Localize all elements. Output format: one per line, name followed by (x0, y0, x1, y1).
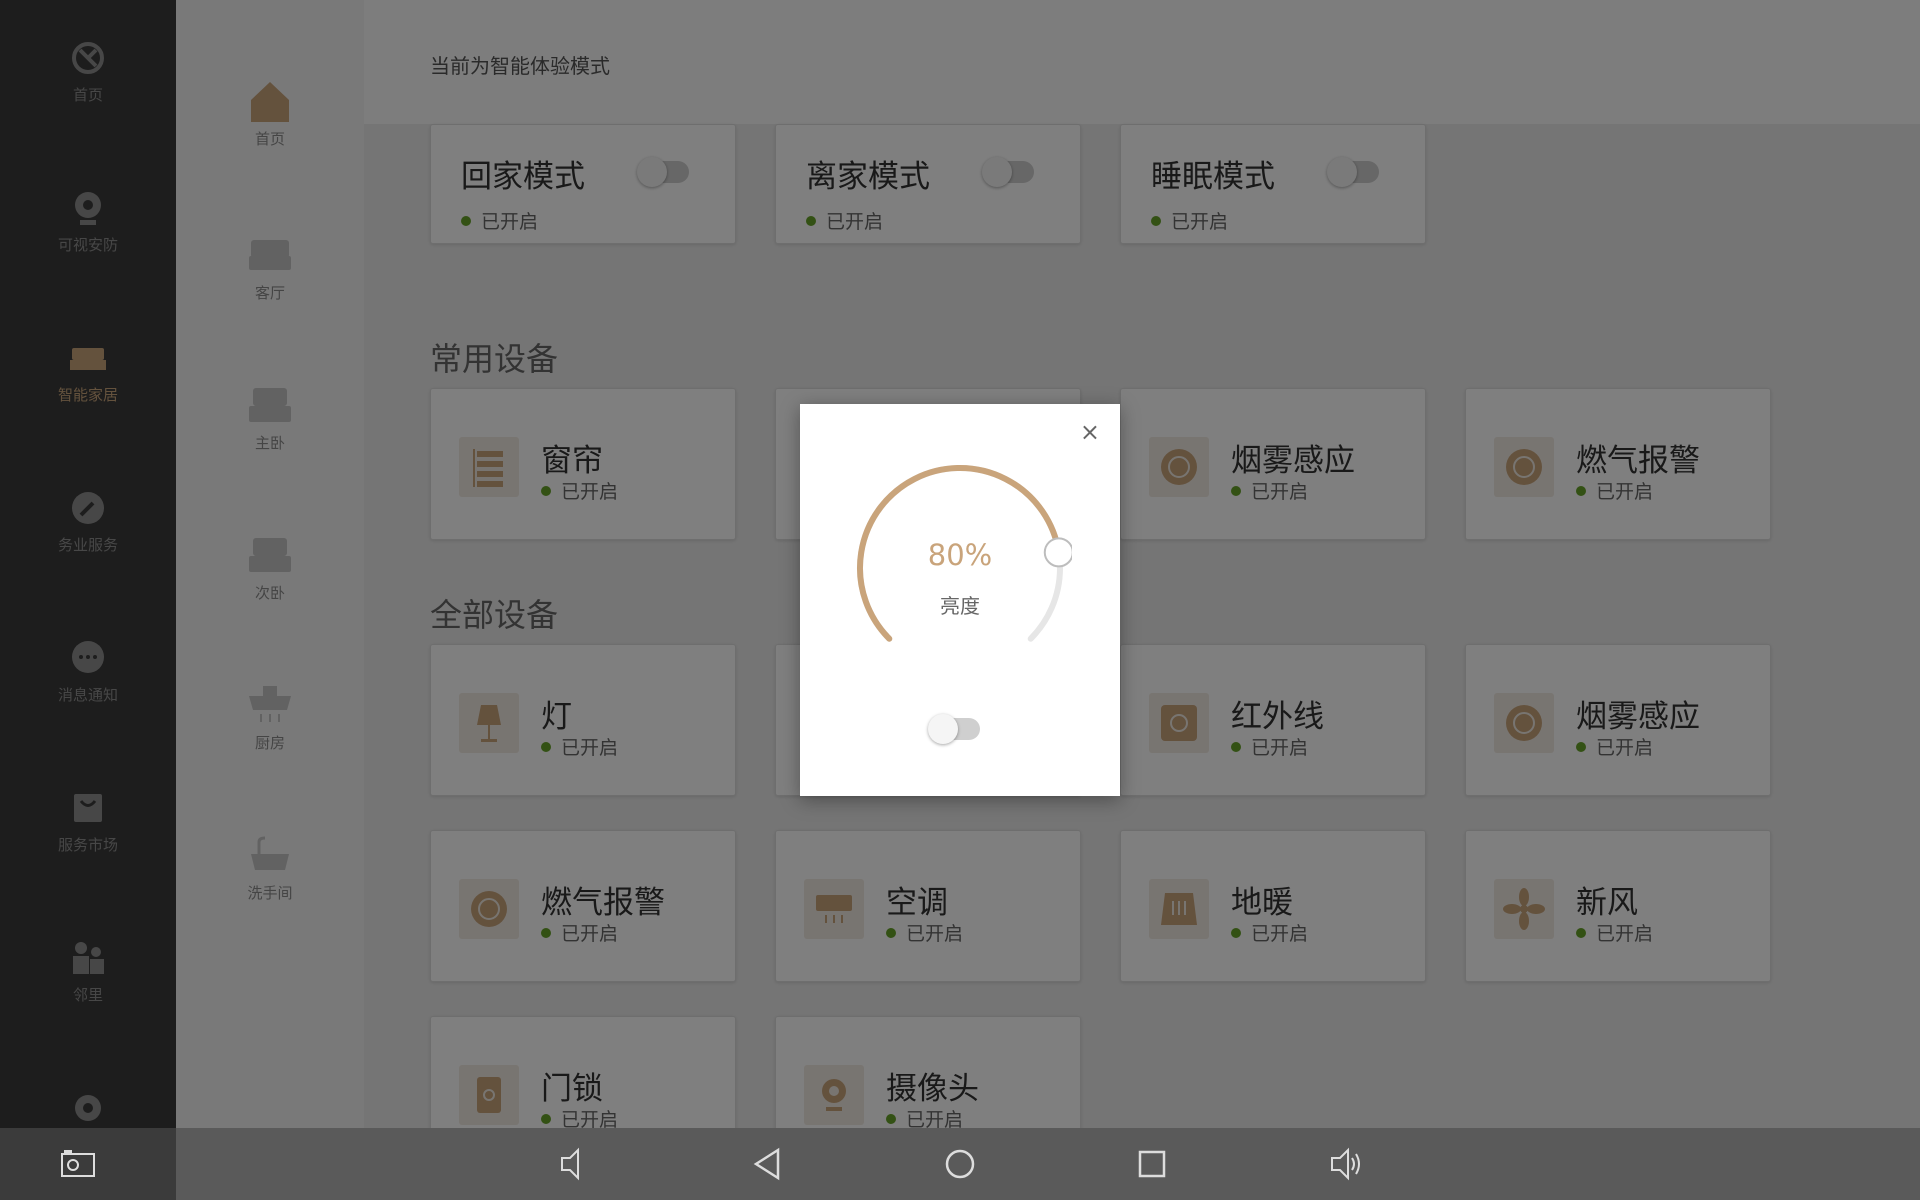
screenshot-icon[interactable] (60, 1146, 96, 1182)
toggle-knob (928, 714, 958, 744)
home-icon[interactable] (942, 1146, 978, 1182)
volume-down-icon[interactable] (556, 1146, 592, 1182)
power-toggle[interactable] (928, 714, 980, 744)
recent-apps-icon[interactable] (1134, 1146, 1170, 1182)
volume-up-icon[interactable] (1328, 1146, 1364, 1182)
brightness-label: 亮度 (940, 594, 980, 618)
back-icon[interactable] (750, 1146, 786, 1182)
brightness-dialog: × 80% 亮度 (800, 404, 1120, 796)
system-nav-bar (0, 1128, 1920, 1200)
close-button[interactable]: × (1080, 420, 1100, 444)
brightness-value: 80% (927, 538, 993, 572)
